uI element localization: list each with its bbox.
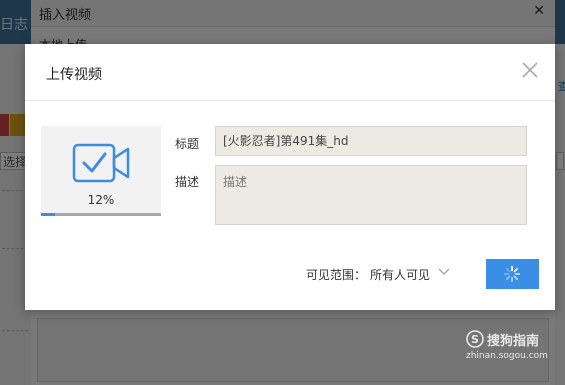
watermark-url: zhinan.sogou.com	[466, 351, 548, 361]
description-label: 描述	[175, 175, 200, 189]
dialog-header: 上传视频	[25, 44, 555, 101]
description-input[interactable]	[215, 165, 527, 225]
sogou-logo-icon: S	[466, 330, 484, 348]
loading-spinner-icon	[503, 265, 521, 283]
title-label: 标题	[175, 137, 200, 151]
video-thumbnail-card: 12%	[41, 126, 161, 216]
title-input[interactable]: [火影忍者]第491集_hd	[215, 126, 527, 156]
visibility-label: 可见范围：	[306, 268, 367, 282]
upload-progress-fill	[41, 213, 56, 216]
dialog-title: 上传视频	[46, 67, 102, 83]
chevron-down-icon	[438, 268, 450, 275]
watermark-brand: 搜狗指南	[487, 334, 540, 349]
visibility-select[interactable]: 所有人可见	[370, 262, 456, 284]
close-icon[interactable]	[519, 59, 541, 81]
upload-video-dialog: 上传视频 12% 标题 [火影忍者]第491集_hd 描述 可见范围： 所有人可…	[25, 44, 555, 310]
video-camera-check-icon	[72, 143, 130, 183]
visibility-value: 所有人可见	[370, 268, 431, 282]
svg-text:S: S	[471, 333, 479, 346]
submit-button[interactable]	[486, 259, 539, 289]
upload-progress-text: 12%	[87, 193, 115, 207]
upload-progress-bar	[41, 213, 161, 216]
